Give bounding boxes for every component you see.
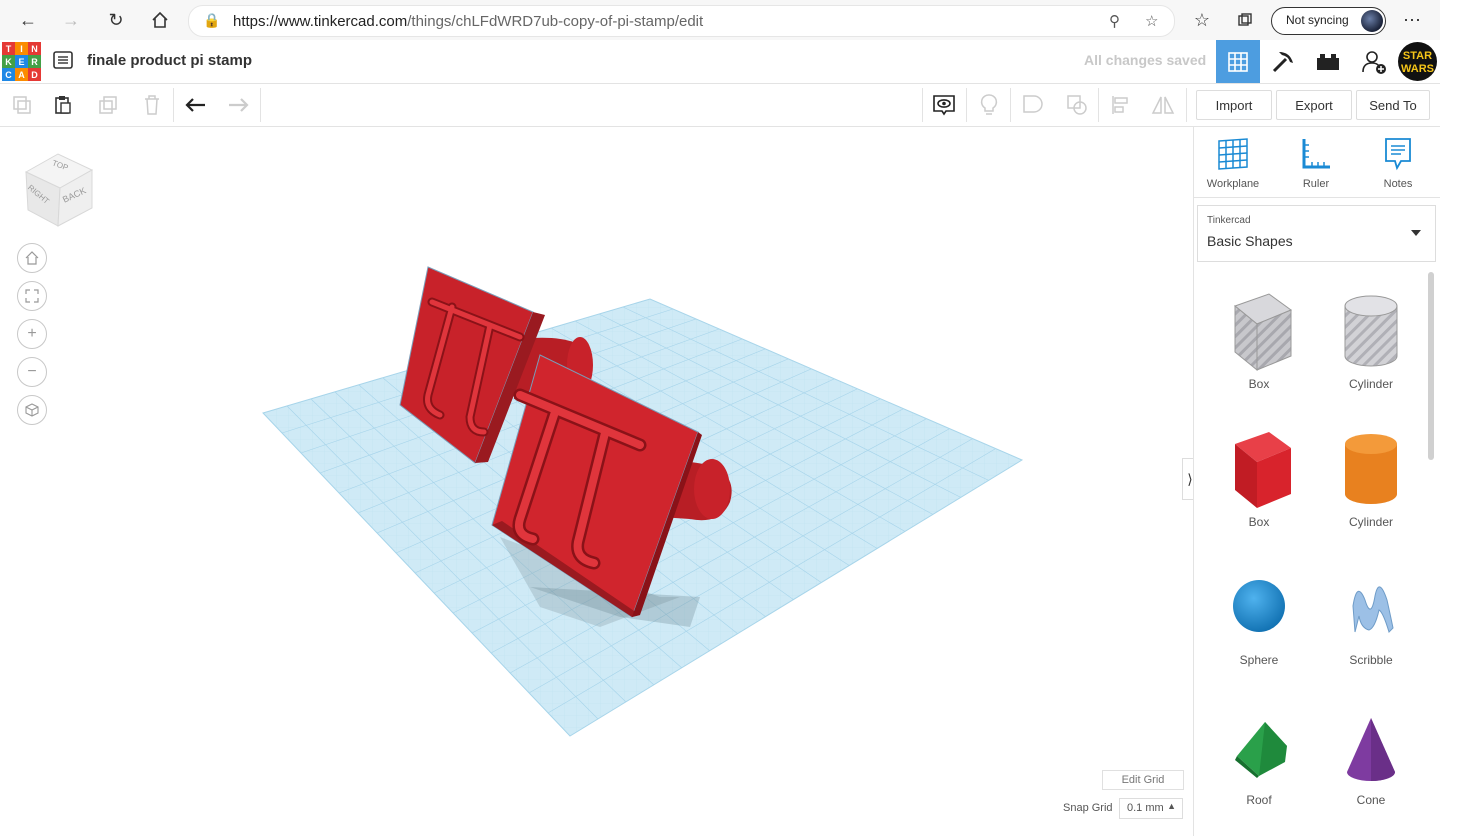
- sphere-icon: [1233, 580, 1285, 632]
- edit-grid-button[interactable]: Edit Grid: [1102, 770, 1184, 790]
- 3d-design-view-button[interactable]: [1216, 40, 1260, 83]
- shape-cylinder-hole[interactable]: Cylinder: [1326, 290, 1416, 391]
- favorite-add-icon[interactable]: ☆: [1145, 12, 1158, 30]
- shape-library-select[interactable]: Tinkercad Basic Shapes: [1197, 205, 1436, 262]
- group-icon[interactable]: [1020, 92, 1046, 118]
- collections-icon[interactable]: [1231, 6, 1259, 34]
- view-cube[interactable]: TOP RIGHT BACK: [22, 152, 96, 228]
- fit-view-button[interactable]: [17, 281, 47, 311]
- back-arrow-icon[interactable]: ←: [14, 6, 42, 34]
- mirror-icon[interactable]: [1150, 92, 1176, 118]
- zoom-icon[interactable]: ⚲: [1109, 12, 1120, 30]
- paste-icon[interactable]: [50, 92, 76, 118]
- cube-icon: [25, 403, 39, 417]
- shapes-scrollbar[interactable]: [1428, 272, 1434, 460]
- brick-icon: [1317, 53, 1339, 70]
- delete-icon[interactable]: [139, 92, 165, 118]
- duplicate-icon[interactable]: [95, 92, 121, 118]
- perspective-button[interactable]: [17, 395, 47, 425]
- ungroup-icon[interactable]: [1064, 92, 1090, 118]
- shape-cylinder[interactable]: Cylinder: [1326, 428, 1416, 529]
- workplane-tool[interactable]: Workplane: [1203, 137, 1263, 190]
- snap-grid-label: Snap Grid: [1063, 802, 1113, 814]
- add-user-icon: [1362, 50, 1386, 74]
- browser-toolbar: ← → ↻ 🔒 https://www.tinkercad.com/things…: [0, 0, 1440, 41]
- cylinder-icon: [1345, 434, 1397, 504]
- minus-icon: −: [27, 363, 37, 380]
- minecraft-view-button[interactable]: [1261, 40, 1305, 83]
- copy-icon[interactable]: [9, 92, 35, 118]
- more-menu-icon[interactable]: ⋯: [1398, 6, 1426, 34]
- shape-box-hole[interactable]: Box: [1214, 290, 1304, 391]
- shape-box[interactable]: Box: [1214, 428, 1304, 529]
- shape-scribble[interactable]: Scribble: [1326, 566, 1416, 667]
- shape-roof[interactable]: Roof: [1214, 706, 1304, 807]
- home-icon[interactable]: [146, 6, 174, 34]
- home-icon: [25, 251, 39, 265]
- profile-avatar: [1361, 10, 1383, 32]
- svg-text:WARS: WARS: [1401, 63, 1434, 75]
- project-title[interactable]: finale product pi stamp: [87, 52, 252, 69]
- dropdown-caret-icon: [1411, 230, 1421, 236]
- invite-user-button[interactable]: [1352, 40, 1396, 83]
- zoom-in-button[interactable]: +: [17, 319, 47, 349]
- redo-icon[interactable]: [225, 92, 251, 118]
- align-icon[interactable]: [1108, 92, 1134, 118]
- save-status: All changes saved: [1084, 52, 1207, 68]
- tinkercad-logo[interactable]: TIN KER CAD: [2, 42, 41, 81]
- grid-view-icon: [1228, 51, 1248, 72]
- chevron-right-icon: ⟩: [1187, 470, 1193, 487]
- 3d-workplane-canvas[interactable]: TOP RIGHT BACK + −: [0, 127, 1192, 836]
- forward-arrow-icon[interactable]: →: [57, 6, 85, 34]
- roof-icon: [1235, 722, 1287, 778]
- lock-icon[interactable]: 🔒: [203, 12, 220, 29]
- plus-icon: +: [27, 325, 37, 342]
- bricks-view-button[interactable]: [1306, 40, 1350, 83]
- export-button[interactable]: Export: [1276, 90, 1352, 120]
- favorites-icon[interactable]: ☆: [1188, 6, 1216, 34]
- design-list-icon[interactable]: [52, 50, 74, 70]
- undo-icon[interactable]: [183, 92, 209, 118]
- scribble-icon: [1352, 586, 1394, 633]
- address-bar[interactable]: 🔒 https://www.tinkercad.com/things/chLFd…: [188, 5, 1175, 37]
- workplane-icon: [1218, 138, 1248, 170]
- box-icon: [1235, 432, 1291, 508]
- cone-icon: [1347, 718, 1395, 781]
- home-view-button[interactable]: [17, 243, 47, 273]
- sync-status-button[interactable]: Not syncing: [1271, 7, 1386, 35]
- lightbulb-icon[interactable]: [976, 92, 1002, 118]
- notes-tool[interactable]: Notes: [1368, 137, 1428, 190]
- box-hole-icon: [1233, 293, 1293, 372]
- snap-grid-select[interactable]: 0.1 mm ▲: [1119, 798, 1183, 819]
- shape-sphere[interactable]: Sphere: [1214, 566, 1304, 667]
- cylinder-hole-icon: [1344, 295, 1398, 367]
- url-text: https://www.tinkercad.com/things/chLFdWR…: [233, 13, 704, 30]
- notes-icon: [1385, 138, 1411, 171]
- show-all-eye-icon[interactable]: [931, 92, 957, 118]
- ruler-tool[interactable]: Ruler: [1286, 137, 1346, 190]
- ruler-icon: [1302, 139, 1330, 169]
- pickaxe-icon: [1272, 51, 1293, 72]
- send-to-button[interactable]: Send To: [1356, 90, 1430, 120]
- import-button[interactable]: Import: [1196, 90, 1272, 120]
- zoom-out-button[interactable]: −: [17, 357, 47, 387]
- shape-cone[interactable]: Cone: [1326, 706, 1416, 807]
- caret-up-icon: ▲: [1167, 801, 1176, 811]
- user-avatar[interactable]: STAR WARS: [1398, 42, 1437, 81]
- svg-text:STAR: STAR: [1403, 50, 1432, 62]
- fit-all-icon: [25, 289, 39, 303]
- reload-icon[interactable]: ↻: [102, 6, 130, 34]
